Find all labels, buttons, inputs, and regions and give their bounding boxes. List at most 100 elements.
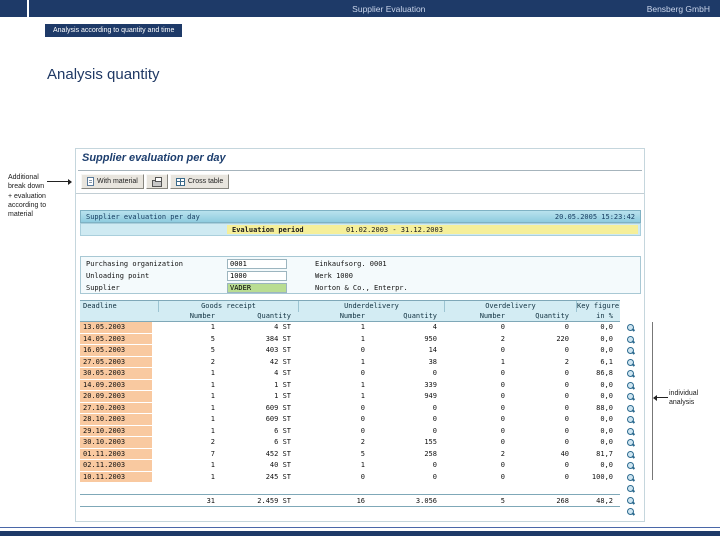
value-cell: 5: [210, 334, 215, 343]
value-cell: 0: [500, 415, 505, 423]
value-cell: 5: [360, 449, 365, 458]
filter-description: Werk 1000: [315, 272, 353, 280]
value-cell: 0: [564, 403, 569, 412]
deadline-cell: 13.05.2003: [80, 322, 152, 334]
value-cell: 1: [210, 415, 215, 423]
row-detail-button[interactable]: [623, 437, 637, 449]
footer-rule-thick: [0, 531, 720, 536]
row-detail-button[interactable]: [623, 472, 637, 484]
row-detail-button[interactable]: [623, 426, 637, 438]
value-cell: 1: [360, 323, 365, 331]
supplier-field[interactable]: VADER: [227, 283, 287, 293]
cross-table-button[interactable]: Cross table: [169, 174, 230, 189]
column-header: Number: [189, 312, 215, 320]
value-cell: 0: [564, 392, 569, 400]
value-cell: 1: [360, 357, 365, 366]
value-cell: 0: [500, 392, 505, 400]
value-cell: 0: [432, 403, 437, 412]
value-cell: 0: [360, 346, 365, 354]
table-row: 13.05.2003 1 4 ST 1 4 0 0 0,0: [80, 322, 620, 334]
row-detail-button[interactable]: [623, 368, 637, 380]
row-detail-button[interactable]: [623, 357, 637, 369]
value-cell: 1: [210, 392, 215, 400]
printer-icon: [151, 176, 162, 187]
deadline-cell: 30.05.2003: [80, 368, 152, 380]
unloading-point-field[interactable]: 1000: [227, 271, 287, 281]
deadline-cell: 27.05.2003: [80, 356, 152, 368]
value-cell: 5: [210, 346, 215, 354]
value-cell: 1: [500, 357, 505, 366]
filter-row-purchasing-organization: Purchasing organization 0001 Einkaufsorg…: [81, 258, 640, 270]
purchasing-organization-field[interactable]: 0001: [227, 259, 287, 269]
value-cell: 86,8: [596, 369, 613, 377]
total-cell: 31: [206, 497, 215, 505]
value-cell: 0: [564, 426, 569, 435]
value-cell: 0: [500, 461, 505, 469]
row-detail-button[interactable]: [623, 506, 637, 518]
value-cell: 0: [500, 438, 505, 446]
value-cell: 0: [564, 472, 569, 481]
value-cell: 155: [424, 438, 437, 446]
deadline-cell: 20.09.2003: [80, 391, 152, 403]
value-cell: 0,0: [600, 334, 613, 343]
value-cell: 2: [500, 449, 505, 458]
print-button[interactable]: [145, 174, 168, 189]
table-body: 13.05.2003 1 4 ST 1 4 0 0 0,0 14.05.2003 5 384 ST 1…: [80, 322, 620, 483]
value-cell: 40 ST: [269, 461, 291, 469]
with-material-button[interactable]: With material: [81, 174, 144, 189]
row-detail-button[interactable]: [623, 460, 637, 472]
filter-label: Unloading point: [86, 272, 150, 280]
row-group-bracket: [652, 322, 653, 480]
row-detail-button[interactable]: [623, 345, 637, 357]
total-cell: 3.056: [415, 497, 437, 505]
value-cell: 0: [500, 426, 505, 435]
value-cell: 452 ST: [265, 449, 291, 458]
row-detail-button[interactable]: [623, 483, 637, 495]
right-annotation: individual analysis: [669, 389, 698, 408]
value-cell: 0: [432, 415, 437, 423]
left-annotation-line: + evaluation: [8, 192, 46, 200]
deadline-cell: 14.09.2003: [80, 379, 152, 391]
right-annotation-line: individual: [669, 390, 699, 397]
value-cell: 384 ST: [265, 334, 291, 343]
magnifier-icon: [626, 381, 635, 390]
section-tab: Analysis according to quantity and time: [45, 24, 183, 37]
table-row: 10.11.2003 1 245 ST 0 0 0 0 100,0: [80, 471, 620, 483]
column-header: Quantity: [535, 312, 569, 320]
row-detail-button[interactable]: [623, 495, 637, 507]
row-detail-button[interactable]: [623, 380, 637, 392]
table-row: 27.10.2003 1 609 ST 0 0 0 0 88,0: [80, 402, 620, 414]
row-detail-button[interactable]: [623, 449, 637, 461]
table-row: 02.11.2003 1 40 ST 1 0 0 0 0,0: [80, 460, 620, 472]
magnifier-icon: [626, 484, 635, 493]
value-cell: 1 ST: [274, 392, 291, 400]
value-cell: 2: [360, 438, 365, 446]
deadline-cell: 30.10.2003: [80, 437, 152, 449]
row-detail-button[interactable]: [623, 414, 637, 426]
filter-description: Einkaufsorg. 0001: [315, 260, 387, 268]
magnifier-icon: [626, 346, 635, 355]
value-cell: 0: [360, 415, 365, 423]
sap-window-screenshot: Supplier evaluation per day With materia…: [75, 148, 645, 522]
value-cell: 0: [500, 380, 505, 389]
total-cell: 2.459 ST: [257, 497, 291, 505]
company-name: Bensberg GmbH: [646, 4, 710, 14]
table-row: 30.05.2003 1 4 ST 0 0 0 0 86,8: [80, 368, 620, 380]
evaluation-period-strip: Evaluation period 01.02.2003 - 31.12.200…: [227, 225, 638, 234]
list-title-bar: Supplier evaluation per day 20.05.2005 1…: [80, 210, 641, 223]
value-cell: 2: [210, 438, 215, 446]
column-header: Number: [479, 312, 505, 320]
row-detail-button[interactable]: [623, 334, 637, 346]
filter-row-supplier: Supplier VADER Norton & Co., Enterpr.: [81, 282, 640, 294]
value-cell: 258: [424, 449, 437, 458]
magnifier-icon: [626, 427, 635, 436]
page-title: Analysis quantity: [47, 66, 160, 83]
value-cell: 0,0: [600, 392, 613, 400]
table-row: 28.10.2003 1 609 ST 0 0 0 0 0,0: [80, 414, 620, 426]
row-detail-button[interactable]: [623, 322, 637, 334]
value-cell: 0: [432, 472, 437, 481]
value-cell: 6,1: [600, 357, 613, 366]
row-detail-button[interactable]: [623, 391, 637, 403]
value-cell: 0: [564, 346, 569, 354]
row-detail-button[interactable]: [623, 403, 637, 415]
